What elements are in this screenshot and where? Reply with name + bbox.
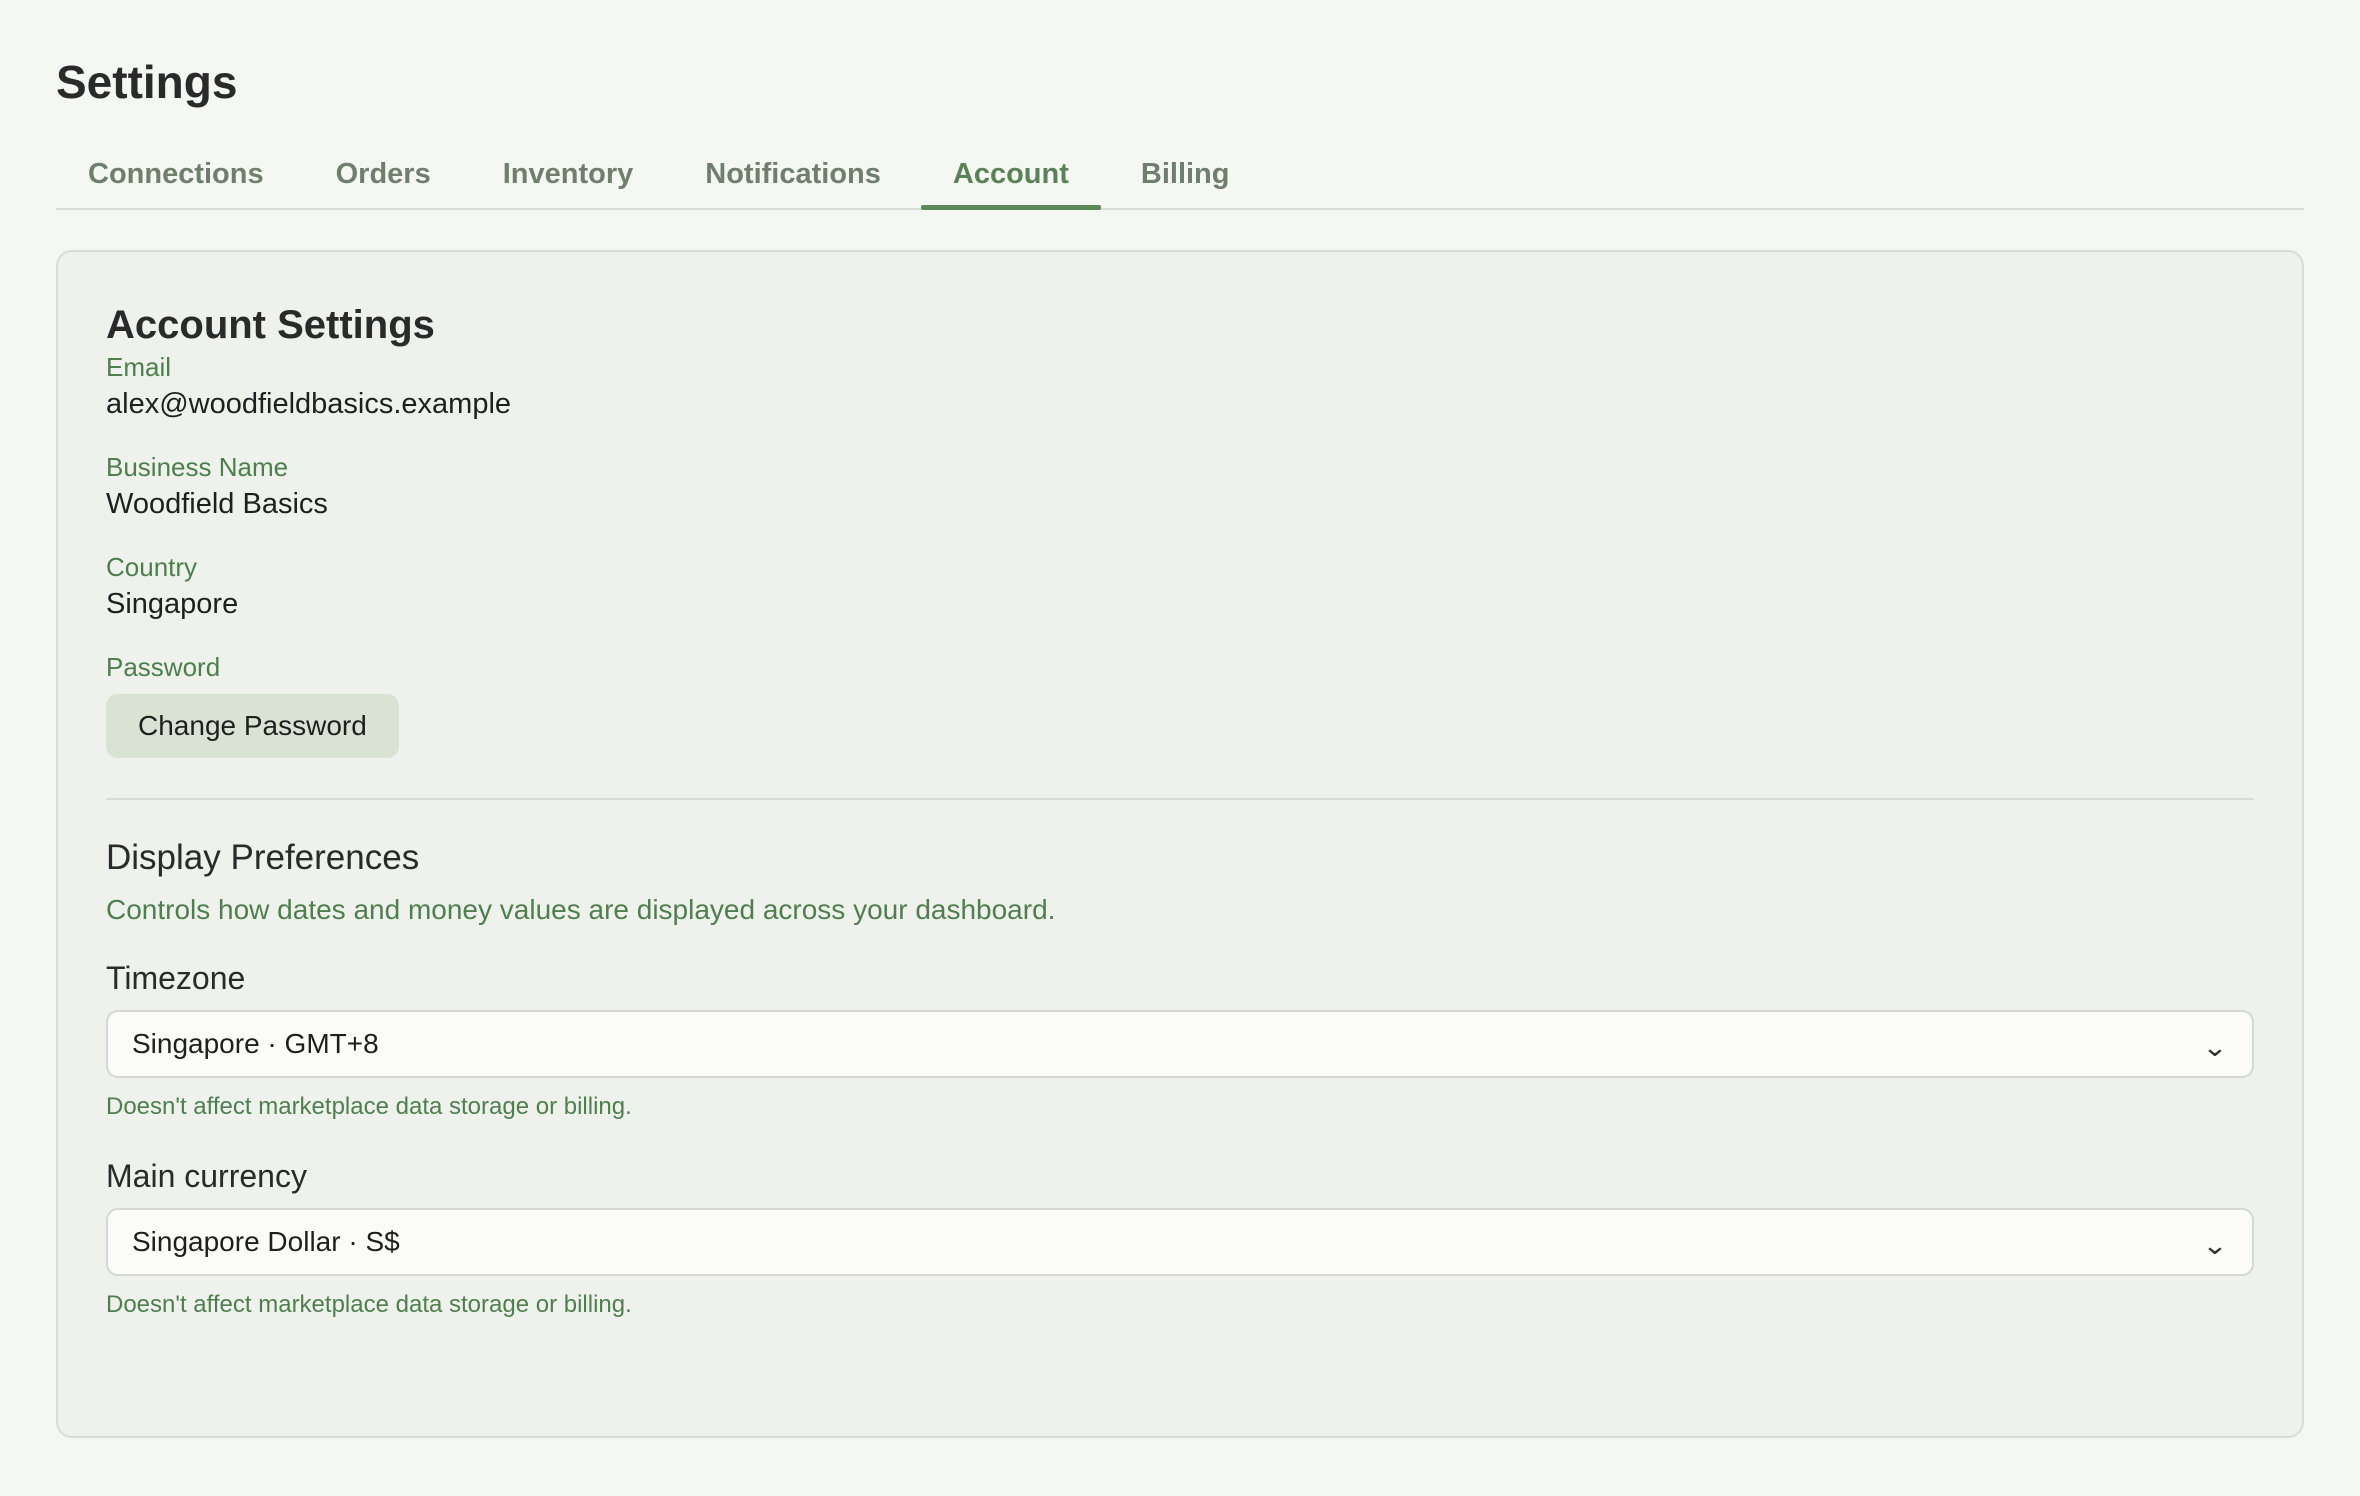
currency-label: Main currency: [106, 1158, 307, 1194]
currency-select[interactable]: Singapore Dollar · S$ ⌄: [106, 1208, 2254, 1276]
password-label: Password: [106, 652, 221, 682]
country-label: Country: [106, 552, 198, 582]
change-password-button[interactable]: Change Password: [106, 694, 399, 758]
chevron-down-icon: ⌄: [2202, 1032, 2229, 1062]
display-preferences-title: Display Preferences: [106, 838, 420, 877]
timezone-hint: Doesn't affect marketplace data storage …: [106, 1093, 632, 1120]
page-title: Settings: [56, 56, 238, 108]
business-name-field: Business Name Woodfield Basics: [106, 450, 2254, 524]
email-label: Email: [106, 352, 172, 382]
section-divider: [106, 798, 2254, 800]
card-content: Account Settings Email alex@woodfieldbas…: [106, 300, 2254, 1322]
tab-account[interactable]: Account: [920, 140, 1101, 210]
email-value: alex@woodfieldbasics.example: [106, 388, 512, 420]
timezone-select[interactable]: Singapore · GMT+8 ⌄: [106, 1010, 2254, 1078]
country-value: Singapore: [106, 588, 239, 620]
tab-connections[interactable]: Connections: [56, 140, 296, 208]
tab-notifications[interactable]: Notifications: [673, 140, 913, 208]
currency-selected-value: Singapore Dollar · S$: [132, 1226, 400, 1257]
tab-inventory[interactable]: Inventory: [471, 140, 666, 208]
password-field: Password Change Password: [106, 650, 2254, 758]
account-settings-card: Account Settings Email alex@woodfieldbas…: [56, 250, 2304, 1438]
display-preferences-description: Controls how dates and money values are …: [106, 894, 1056, 925]
account-settings-title: Account Settings: [106, 303, 435, 347]
settings-tabs: Connections Orders Inventory Notificatio…: [56, 140, 2304, 210]
business-name-label: Business Name: [106, 452, 289, 482]
business-name-value: Woodfield Basics: [106, 488, 328, 520]
tab-orders[interactable]: Orders: [304, 140, 463, 208]
timezone-selected-value: Singapore · GMT+8: [132, 1028, 379, 1059]
tab-billing[interactable]: Billing: [1109, 140, 1262, 208]
timezone-label: Timezone: [106, 960, 246, 996]
email-field: Email alex@woodfieldbasics.example: [106, 350, 2254, 424]
country-field: Country Singapore: [106, 550, 2254, 624]
currency-hint: Doesn't affect marketplace data storage …: [106, 1291, 632, 1318]
chevron-down-icon: ⌄: [2202, 1230, 2229, 1260]
